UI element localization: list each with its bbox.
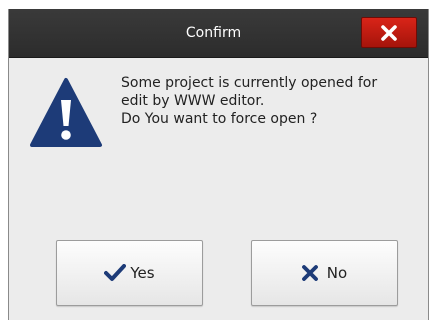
yes-label: Yes [130, 264, 155, 282]
no-label: No [326, 264, 348, 282]
title-bar: Confirm [9, 9, 428, 58]
close-icon [381, 25, 397, 41]
confirm-dialog: Confirm Some project is currently opened… [8, 9, 429, 320]
yes-button[interactable]: Yes [56, 240, 203, 306]
message-line: Some project is currently opened for [121, 75, 378, 91]
message-text: Some project is currently opened for edi… [121, 74, 421, 128]
close-button[interactable] [361, 17, 417, 48]
warning-icon [30, 78, 102, 147]
message-line: Do You want to force open ? [121, 111, 318, 127]
no-button[interactable]: No [251, 240, 398, 306]
message-line: edit by WWW editor. [121, 93, 265, 109]
x-mark-icon [301, 265, 318, 281]
checkmark-icon [104, 264, 127, 281]
